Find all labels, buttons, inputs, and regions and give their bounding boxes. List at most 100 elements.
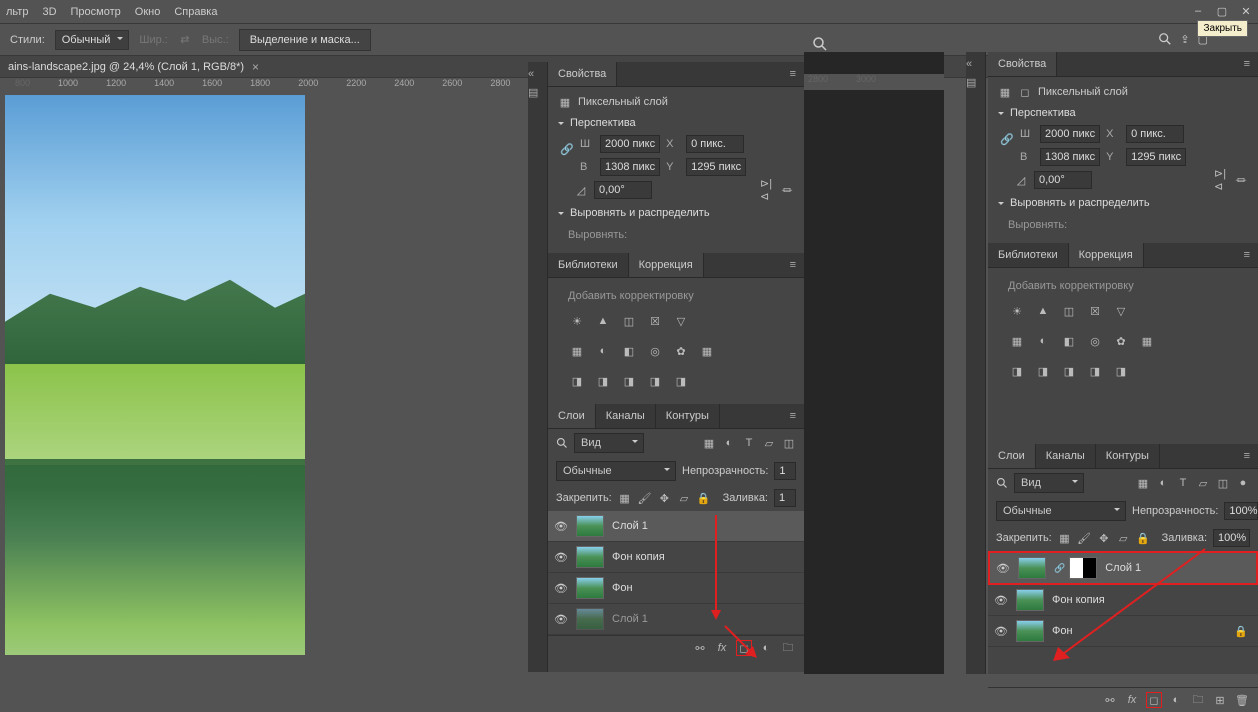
lock-all-icon[interactable]: ▦	[618, 491, 632, 505]
layer-thumbnail[interactable]	[1016, 620, 1044, 642]
layer-name-label[interactable]: Фон копия	[612, 551, 665, 563]
new-group-icon[interactable]: 🗀	[780, 640, 796, 656]
filter-smart-icon[interactable]: ◫	[782, 436, 796, 450]
lookup-icon[interactable]: ▦	[698, 342, 716, 360]
visibility-icon[interactable]: 👁	[554, 612, 568, 626]
fx-icon[interactable]: fx	[1124, 692, 1140, 708]
minimize-icon[interactable]: –	[1188, 2, 1208, 20]
lock-artboard-icon[interactable]: ▱	[1117, 531, 1130, 545]
visibility-icon[interactable]: 👁	[996, 561, 1010, 575]
panel-menu-icon[interactable]: ≡	[782, 253, 804, 277]
filter-type-icon[interactable]: T	[742, 436, 756, 450]
x-field[interactable]: 0 пикс.	[686, 135, 744, 153]
close-icon[interactable]: ✕	[1236, 2, 1256, 20]
layer-filter-dropdown[interactable]: Вид	[1014, 473, 1084, 493]
menu-window[interactable]: Окно	[135, 6, 161, 18]
tab-properties[interactable]: Свойства	[988, 52, 1057, 76]
channel-mixer-icon[interactable]: ✿	[1112, 332, 1130, 350]
tab-channels[interactable]: Каналы	[596, 404, 656, 428]
photo-filter-icon[interactable]: ◎	[646, 342, 664, 360]
opacity-value[interactable]: 1	[774, 462, 796, 480]
visibility-icon[interactable]: 👁	[554, 550, 568, 564]
search-icon-right[interactable]	[1158, 32, 1172, 46]
layer-item[interactable]: 👁 Фон копия	[548, 542, 804, 573]
layer-filter-dropdown[interactable]: Вид	[574, 433, 644, 453]
align-section-head[interactable]: Выровнять и распределить	[998, 197, 1248, 209]
y-field[interactable]: 1295 пикс	[1126, 148, 1186, 166]
height-field[interactable]: 1308 пикс	[600, 158, 660, 176]
posterize-icon[interactable]: ◨	[1034, 362, 1052, 380]
filter-shape-icon[interactable]: ▱	[762, 436, 776, 450]
dock-collapse-icon[interactable]: «	[966, 58, 985, 70]
threshold-icon[interactable]: ◨	[1060, 362, 1078, 380]
selective-color-icon[interactable]: ◨	[1112, 362, 1130, 380]
layer-thumbnail[interactable]	[576, 608, 604, 630]
link-layers-icon[interactable]: ⚯	[692, 640, 708, 656]
tab-properties[interactable]: Свойства	[548, 62, 617, 86]
layer-name-label[interactable]: Слой 1	[1105, 562, 1141, 574]
hue-icon[interactable]: ▦	[1008, 332, 1026, 350]
link-dimensions-icon[interactable]: 🔗	[998, 125, 1016, 153]
share-icon[interactable]: ⇪	[1180, 33, 1189, 46]
layer-name-label[interactable]: Слой 1	[612, 520, 648, 532]
filter-type-icon[interactable]: T	[1176, 476, 1190, 490]
tab-correction[interactable]: Коррекция	[629, 253, 704, 277]
layer-item[interactable]: 👁 🔗 Слой 1	[988, 551, 1258, 585]
curves-icon[interactable]: ◫	[620, 312, 638, 330]
dock-panel-icon[interactable]: ▤	[966, 76, 985, 89]
layer-mask-thumbnail[interactable]	[1069, 557, 1097, 579]
width-field[interactable]: 2000 пикс	[600, 135, 660, 153]
filter-shape-icon[interactable]: ▱	[1196, 476, 1210, 490]
posterize-icon[interactable]: ◨	[594, 372, 612, 390]
layer-item[interactable]: 👁 Фон копия	[988, 585, 1258, 616]
link-mask-icon[interactable]: 🔗	[1054, 563, 1065, 574]
filter-smart-icon[interactable]: ◫	[1216, 476, 1230, 490]
tab-paths[interactable]: Контуры	[1096, 444, 1160, 468]
layer-item[interactable]: 👁 Слой 1	[548, 511, 804, 542]
add-mask-icon[interactable]: ◻	[1146, 692, 1162, 708]
flip-h-icon[interactable]: ⊳|⊲	[1214, 173, 1228, 187]
bw-icon[interactable]: ◧	[1060, 332, 1078, 350]
blend-mode-dropdown[interactable]: Обычные	[556, 461, 676, 481]
fx-icon[interactable]: fx	[714, 640, 730, 656]
filter-adjust-icon[interactable]: ◐	[722, 436, 736, 450]
lock-icon[interactable]: 🔒	[697, 491, 711, 505]
visibility-icon[interactable]: 👁	[554, 581, 568, 595]
lock-pixels-icon[interactable]: 🖌	[1077, 531, 1091, 545]
blend-mode-dropdown[interactable]: Обычные	[996, 501, 1126, 521]
width-field[interactable]: 2000 пикс	[1040, 125, 1100, 143]
layer-thumbnail[interactable]	[576, 515, 604, 537]
tab-libraries[interactable]: Библиотеки	[548, 253, 629, 277]
delete-layer-icon[interactable]: 🗑	[1234, 692, 1250, 708]
filter-pixel-icon[interactable]: ▦	[702, 436, 716, 450]
layer-thumbnail[interactable]	[1016, 589, 1044, 611]
exposure-icon[interactable]: ☒	[1086, 302, 1104, 320]
balance-icon[interactable]: ◐	[594, 342, 612, 360]
exposure-icon[interactable]: ☒	[646, 312, 664, 330]
hue-icon[interactable]: ▦	[568, 342, 586, 360]
lock-position-icon[interactable]: ✥	[657, 491, 671, 505]
vibrance-icon[interactable]: ▽	[1112, 302, 1130, 320]
adjustment-layer-icon[interactable]: ◐	[1168, 692, 1184, 708]
layer-item[interactable]: 👁 Слой 1	[548, 604, 804, 635]
layer-thumbnail[interactable]	[576, 546, 604, 568]
invert-icon[interactable]: ◨	[568, 372, 586, 390]
style-dropdown[interactable]: Обычный	[55, 30, 130, 50]
select-and-mask-button[interactable]: Выделение и маска...	[239, 29, 371, 51]
visibility-icon[interactable]: 👁	[554, 519, 568, 533]
lookup-icon[interactable]: ▦	[1138, 332, 1156, 350]
flip-v-icon[interactable]: ⏛	[1234, 173, 1248, 187]
add-mask-icon[interactable]: ◻	[736, 640, 752, 656]
maximize-icon[interactable]: ▢	[1212, 2, 1232, 20]
layer-item[interactable]: 👁 Фон	[548, 573, 804, 604]
brightness-icon[interactable]: ☀	[568, 312, 586, 330]
transform-section-head[interactable]: Перспектива	[558, 117, 794, 129]
layer-name-label[interactable]: Фон	[1052, 625, 1073, 637]
threshold-icon[interactable]: ◨	[620, 372, 638, 390]
link-dimensions-icon[interactable]: 🔗	[558, 135, 576, 163]
lock-position-icon[interactable]: ✥	[1097, 531, 1110, 545]
curves-icon[interactable]: ◫	[1060, 302, 1078, 320]
lock-pixels-icon[interactable]: 🖌	[637, 491, 651, 505]
levels-icon[interactable]: ▲	[594, 312, 612, 330]
visibility-icon[interactable]: 👁	[994, 624, 1008, 638]
